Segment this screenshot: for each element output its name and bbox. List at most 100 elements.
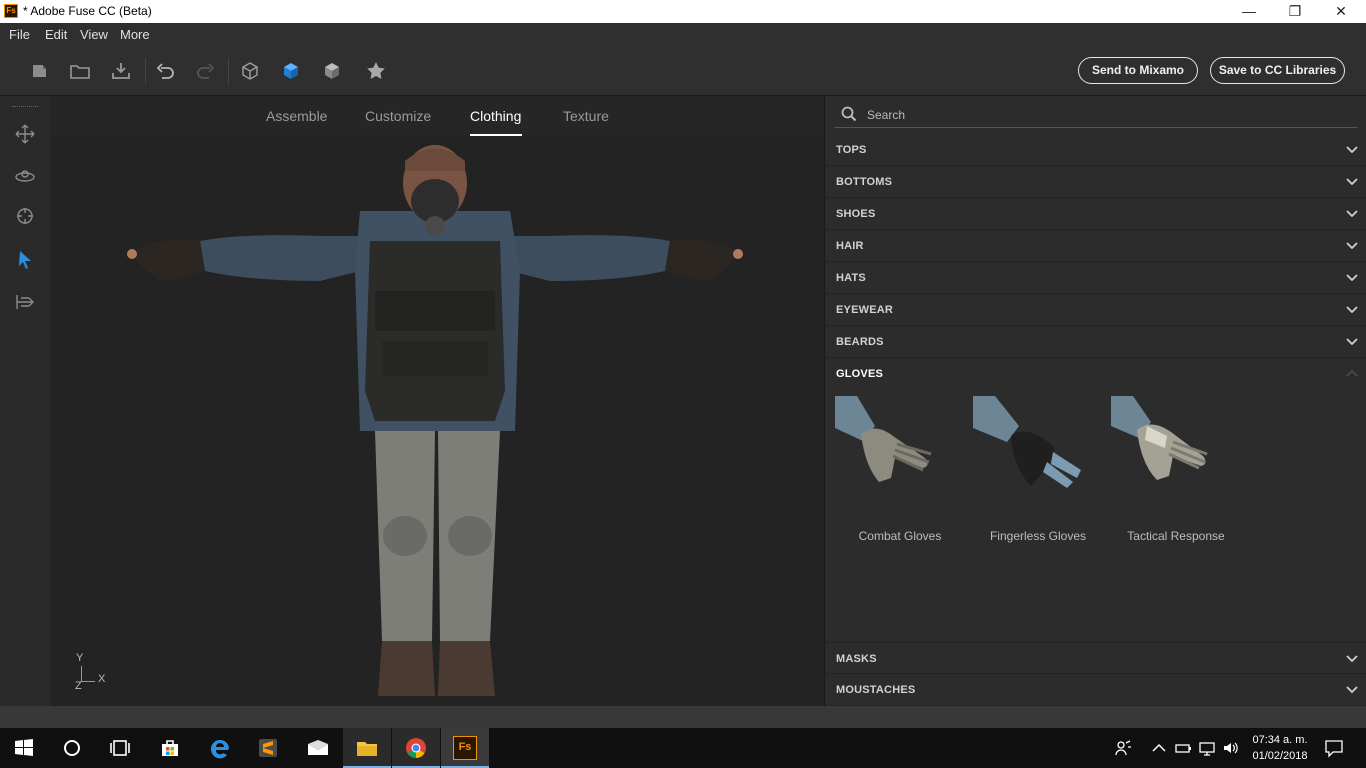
fuse-app-icon: Fs <box>4 4 18 18</box>
category-beards[interactable]: BEARDS <box>825 326 1366 358</box>
search-icon <box>841 106 857 122</box>
menu-bar: File Edit View More <box>0 23 1366 46</box>
category-masks[interactable]: MASKS <box>825 642 1366 674</box>
toolbar-divider <box>228 58 229 84</box>
glove-item-combat[interactable]: Combat Gloves <box>835 396 965 556</box>
fuse-taskbar-label: Fs <box>453 736 477 760</box>
mail-icon[interactable] <box>294 728 342 768</box>
character-model[interactable] <box>120 141 750 706</box>
move-icon[interactable] <box>13 122 37 146</box>
axis-x-label: X <box>98 673 106 685</box>
toolbar-divider <box>145 58 146 84</box>
window-title: * Adobe Fuse CC (Beta) <box>23 4 152 18</box>
category-tops[interactable]: TOPS <box>825 134 1366 166</box>
send-to-mixamo-button[interactable]: Send to Mixamo <box>1078 57 1198 84</box>
menu-more[interactable]: More <box>120 27 150 42</box>
glove-item-fingerless[interactable]: Fingerless Gloves <box>973 396 1103 556</box>
redo-icon[interactable] <box>194 59 218 83</box>
tab-customize[interactable]: Customize <box>365 108 431 124</box>
cortana-search-icon[interactable] <box>48 728 96 768</box>
action-center-icon[interactable] <box>1324 738 1344 758</box>
category-moustaches[interactable]: MOUSTACHES <box>825 674 1366 706</box>
store-icon[interactable] <box>146 728 194 768</box>
axis-line-y <box>81 666 82 682</box>
chevron-down-icon <box>1346 655 1358 663</box>
taskbar-clock[interactable]: 07:34 a. m. 01/02/2018 <box>1240 732 1320 764</box>
save-to-cc-libraries-button[interactable]: Save to CC Libraries <box>1210 57 1345 84</box>
category-label: SHOES <box>836 208 876 220</box>
tab-clothing[interactable]: Clothing <box>470 108 521 124</box>
chevron-down-icon <box>1346 338 1358 346</box>
windows-taskbar: Fs 07:34 a. m. 01/02/2018 <box>0 728 1366 768</box>
undo-icon[interactable] <box>153 59 177 83</box>
menu-view[interactable]: View <box>80 27 108 42</box>
category-hats[interactable]: HATS <box>825 262 1366 294</box>
category-bottoms[interactable]: BOTTOMS <box>825 166 1366 198</box>
axis-gizmo: Y X Z <box>72 652 112 692</box>
title-bar: Fs * Adobe Fuse CC (Beta) — ❐ ✕ <box>0 0 1366 23</box>
target-icon[interactable] <box>13 204 37 228</box>
search-input[interactable] <box>867 106 1337 124</box>
left-tool-column <box>0 96 50 706</box>
category-label: TOPS <box>836 144 867 156</box>
network-icon[interactable] <box>1198 739 1216 757</box>
minimize-button[interactable]: — <box>1226 0 1272 23</box>
category-gloves[interactable]: GLOVES <box>825 358 1366 390</box>
clothing-panel: TOPS BOTTOMS SHOES HAIR HATS EYEWEAR BEA… <box>824 96 1366 706</box>
sublime-text-icon[interactable] <box>244 728 292 768</box>
category-hair[interactable]: HAIR <box>825 230 1366 262</box>
chrome-icon[interactable] <box>392 728 440 768</box>
battery-icon[interactable] <box>1174 739 1192 757</box>
toolbar: Send to Mixamo Save to CC Libraries <box>0 46 1366 96</box>
status-bar <box>0 706 1366 728</box>
windows-start-icon[interactable] <box>0 728 48 768</box>
chevron-down-icon <box>1346 686 1358 694</box>
wireframe-cube-icon[interactable] <box>238 59 262 83</box>
chevron-down-icon <box>1346 210 1358 218</box>
grip-handle[interactable] <box>12 106 38 108</box>
glove-name: Combat Gloves <box>858 529 942 543</box>
chevron-up-icon[interactable] <box>1150 739 1168 757</box>
glove-name: Tactical Response <box>1127 529 1225 543</box>
restore-button[interactable]: ❐ <box>1272 0 1318 23</box>
category-label: GLOVES <box>836 368 884 380</box>
open-folder-icon[interactable] <box>68 59 92 83</box>
file-explorer-icon[interactable] <box>343 728 391 768</box>
tab-texture[interactable]: Texture <box>563 108 609 124</box>
clock-date: 01/02/2018 <box>1252 750 1308 762</box>
chevron-up-icon <box>1346 369 1358 377</box>
category-shoes[interactable]: SHOES <box>825 198 1366 230</box>
category-label: EYEWEAR <box>836 304 894 316</box>
chevron-down-icon <box>1346 242 1358 250</box>
close-button[interactable]: ✕ <box>1318 0 1364 23</box>
category-eyewear[interactable]: EYEWEAR <box>825 294 1366 326</box>
new-file-icon[interactable] <box>27 59 51 83</box>
textured-cube-icon[interactable] <box>320 59 344 83</box>
select-arrow-icon[interactable] <box>13 248 37 272</box>
people-icon[interactable] <box>1114 739 1132 757</box>
adobe-fuse-taskbar-icon[interactable]: Fs <box>441 728 489 768</box>
chevron-down-icon <box>1346 146 1358 154</box>
axis-line-x <box>81 681 95 682</box>
save-download-icon[interactable] <box>109 59 133 83</box>
category-label: HATS <box>836 272 866 284</box>
search-bar <box>835 102 1357 128</box>
solid-cube-icon[interactable] <box>279 59 303 83</box>
clock-time: 07:34 a. m. <box>1252 734 1308 746</box>
volume-icon[interactable] <box>1222 739 1240 757</box>
3d-viewport[interactable]: Assemble Customize Clothing Texture Y X … <box>50 96 824 706</box>
axis-y-label: Y <box>76 652 84 664</box>
tab-assemble[interactable]: Assemble <box>266 108 327 124</box>
category-label: MOUSTACHES <box>836 684 916 696</box>
menu-file[interactable]: File <box>9 27 30 42</box>
glove-item-tactical-response[interactable]: Tactical Response <box>1111 396 1241 556</box>
combat-gloves-thumbnail <box>835 396 932 482</box>
camera-frame-icon[interactable] <box>13 290 37 314</box>
task-view-icon[interactable] <box>96 728 144 768</box>
star-icon[interactable] <box>364 59 388 83</box>
orbit-icon[interactable] <box>13 164 37 188</box>
edge-browser-icon[interactable] <box>196 728 244 768</box>
menu-edit[interactable]: Edit <box>45 27 67 42</box>
tactical-response-thumbnail <box>1111 396 1208 480</box>
fingerless-gloves-thumbnail <box>973 396 1081 488</box>
